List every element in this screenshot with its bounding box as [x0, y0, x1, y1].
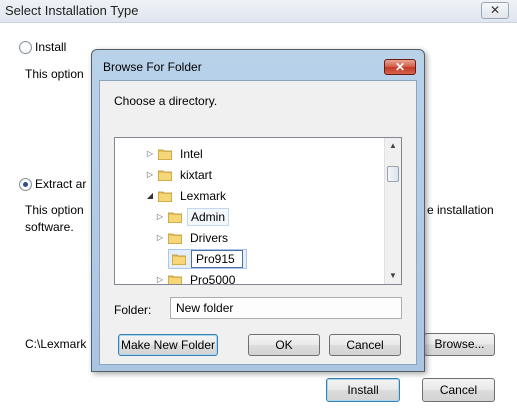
dialog-prompt: Choose a directory.	[114, 94, 218, 108]
tree-item-label: Lexmark	[180, 188, 227, 203]
folder-icon	[158, 149, 172, 160]
expand-arrow-icon[interactable]: ▷	[145, 149, 155, 158]
tree-item-intel[interactable]: ▷ Intel	[145, 144, 206, 163]
folder-name-input[interactable]	[170, 297, 402, 319]
extract-option-description-line2: software.	[25, 220, 74, 234]
tree-item-admin[interactable]: ▷ Admin	[155, 207, 230, 226]
dialog-body: Choose a directory. ▷ Intel ▷ kixtart ◢ …	[99, 80, 417, 365]
expand-arrow-icon[interactable]: ▷	[155, 233, 165, 242]
browse-button[interactable]: Browse...	[424, 333, 495, 356]
install-option-label: Install	[35, 40, 67, 54]
dialog-cancel-button[interactable]: Cancel	[329, 334, 401, 356]
make-new-folder-button[interactable]: Make New Folder	[118, 334, 218, 356]
expand-arrow-icon[interactable]: ▷	[145, 170, 155, 179]
install-radio[interactable]	[19, 41, 32, 54]
tree-item-label: kixtart	[180, 167, 213, 182]
scroll-thumb[interactable]	[387, 166, 399, 182]
scroll-up-arrow-icon[interactable]: ▲	[385, 138, 401, 154]
installer-title: Select Installation Type	[5, 3, 139, 18]
dialog-close-button[interactable]: ✕	[384, 59, 416, 75]
tree-item-label: Intel	[180, 146, 203, 161]
tree-item-pro5000[interactable]: ▷ Pro5000	[155, 270, 238, 285]
tree-item-pro915[interactable]: Pro915	[155, 248, 247, 269]
extract-radio[interactable]	[19, 178, 32, 191]
expand-arrow-icon[interactable]: ▷	[155, 275, 165, 284]
tree-scrollbar[interactable]: ▲ ▼	[384, 138, 401, 284]
installer-titlebar: Select Installation Type ✕	[0, 0, 517, 23]
scroll-down-arrow-icon[interactable]: ▼	[385, 268, 401, 284]
folder-icon	[168, 233, 182, 244]
installer-close-button[interactable]: ✕	[481, 2, 509, 19]
tree-item-label: Admin	[187, 207, 230, 226]
browse-for-folder-dialog: Browse For Folder ✕ Choose a directory. …	[91, 49, 425, 372]
folder-field-label: Folder:	[114, 303, 152, 317]
tree-item-label: Pro5000	[190, 272, 236, 285]
extract-option-description: This option	[25, 203, 84, 217]
tree-item-label: Drivers	[190, 230, 228, 245]
ok-button[interactable]: OK	[248, 334, 320, 356]
folder-icon	[168, 275, 182, 284]
tree-item-lexmark[interactable]: ◢ Lexmark	[145, 186, 229, 205]
install-button[interactable]: Install	[326, 378, 400, 402]
folder-icon	[158, 191, 172, 202]
install-path: C:\Lexmark	[25, 337, 87, 351]
expand-arrow-icon[interactable]: ▷	[155, 212, 165, 221]
rename-input[interactable]: Pro915	[191, 249, 243, 268]
installer-cancel-button[interactable]: Cancel	[422, 378, 495, 402]
extract-option-description-right: e installation	[427, 203, 494, 217]
collapse-arrow-icon[interactable]: ◢	[145, 191, 155, 200]
folder-tree[interactable]: ▷ Intel ▷ kixtart ◢ Lexmark ▷ Admin ▷ Dr…	[114, 137, 402, 285]
install-option-description: This option	[25, 67, 84, 81]
tree-item-kixtart[interactable]: ▷ kixtart	[145, 165, 215, 184]
folder-icon	[158, 170, 172, 181]
folder-icon	[168, 212, 182, 223]
selected-item-highlight: Pro915	[168, 248, 247, 269]
tree-item-drivers[interactable]: ▷ Drivers	[155, 228, 231, 247]
extract-option-label: Extract ar	[35, 177, 87, 191]
dialog-title: Browse For Folder	[103, 60, 202, 74]
folder-icon	[172, 254, 186, 265]
